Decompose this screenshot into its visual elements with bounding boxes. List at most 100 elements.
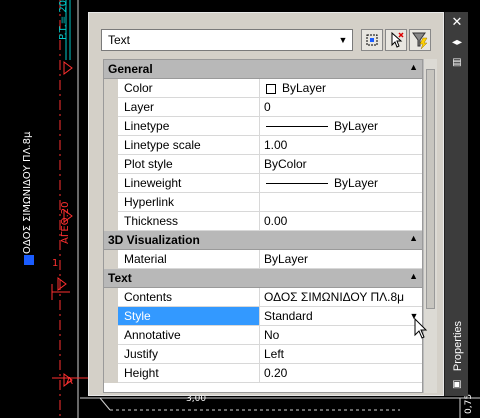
property-row[interactable]: Linetype ByLayer [104,117,422,136]
property-row[interactable]: Plot style ByColor [104,155,422,174]
chevron-down-icon[interactable]: ▼ [336,32,350,48]
property-name: Justify [118,345,260,364]
property-row[interactable]: Annotative No [104,326,422,345]
property-row[interactable]: Lineweight ByLayer [104,174,422,193]
collapse-icon[interactable]: ▲ [409,233,418,243]
property-value[interactable]: ByLayer [260,79,422,98]
property-value[interactable]: ByLayer [260,250,422,269]
property-value-text: ByLayer [334,176,379,190]
linetype-preview-icon [266,183,328,185]
property-value[interactable] [260,193,422,212]
property-value-text: Standard [264,309,313,323]
property-name: Lineweight [118,174,260,193]
object-type-dropdown[interactable]: Text ▼ [101,29,353,51]
property-value-text: ΟΔΟΣ ΣΙΜΩΝΙΔΟΥ ΠΛ.8μ [264,290,405,304]
palette-title: Properties [445,312,469,382]
row-gutter [104,364,118,383]
property-row[interactable]: Height 0.20 [104,364,422,383]
category-label: Text [108,271,132,285]
cad-text-street: ΟΔΟΣ ΣΙΜΩΝΙΔΟΥ ΠΛ.8μ [22,131,33,254]
property-name: Linetype scale [118,136,260,155]
row-gutter [104,307,118,326]
property-value-text: 0.00 [264,214,288,228]
property-name: Color [118,79,260,98]
collapse-icon[interactable]: ▲ [409,62,418,72]
properties-menu-icon[interactable]: ▤ [449,56,465,70]
row-gutter [104,212,118,231]
property-value-text: ByLayer [282,81,327,95]
palette-icon: ▣ [452,379,462,390]
category-label: General [108,62,153,76]
cad-marker-a: A [66,376,73,387]
row-gutter [104,136,118,155]
property-name: Height [118,364,260,383]
property-value[interactable]: Standard ▼ [260,307,422,326]
property-value[interactable]: ByLayer [260,174,422,193]
row-gutter [104,79,118,98]
cad-dimension-text-right: 0,75 [464,393,474,414]
collapse-icon[interactable]: ▲ [409,271,418,281]
property-name: Plot style [118,155,260,174]
property-name: Linetype [118,117,260,136]
property-value-text: No [264,328,280,342]
property-row[interactable]: Contents ΟΔΟΣ ΣΙΜΩΝΙΔΟΥ ΠΛ.8μ [104,288,422,307]
property-value[interactable]: Left [260,345,422,364]
select-objects-button[interactable] [361,29,383,51]
category-label: 3D Visualization [108,233,200,247]
properties-palette: Text ▼ General ▲ Color ByLayer Layer 0 Linetyp… [88,12,444,396]
row-gutter [104,345,118,364]
property-row[interactable]: Color ByLayer [104,79,422,98]
property-value[interactable]: ByLayer [260,117,422,136]
scrollbar-thumb[interactable] [426,69,435,309]
property-value-text: 1.00 [264,138,288,152]
property-value-text: ByLayer [334,119,379,133]
linetype-preview-icon [266,126,328,128]
property-row[interactable]: Linetype scale 1.00 [104,136,422,155]
row-gutter [104,155,118,174]
quick-select-icon [412,32,428,50]
category-header[interactable]: General ▲ [104,60,422,79]
cad-text-aget: ΑΓΕΘ.20 [60,201,71,244]
row-gutter [104,117,118,136]
property-value[interactable]: No [260,326,422,345]
row-gutter [104,174,118,193]
category-header[interactable]: 3D Visualization ▲ [104,231,422,250]
property-name: Contents [118,288,260,307]
property-value-text: Left [264,347,285,361]
row-gutter [104,250,118,269]
property-value[interactable]: 0.00 [260,212,422,231]
property-row[interactable]: Thickness 0.00 [104,212,422,231]
select-objects-icon [366,34,378,46]
row-gutter [104,193,118,212]
property-value-text: ByColor [264,157,307,171]
vertical-scrollbar[interactable] [423,59,437,393]
pickadd-toggle-button[interactable] [385,29,407,51]
close-icon[interactable]: ✕ [449,16,465,30]
property-grid: General ▲ Color ByLayer Layer 0 Linetype ByLaye… [103,59,423,393]
property-row[interactable]: Layer 0 [104,98,422,117]
property-value-text: ByLayer [264,252,309,266]
cad-grip [24,255,34,265]
row-gutter [104,326,118,345]
property-value[interactable]: 1.00 [260,136,422,155]
mouse-cursor-icon [414,318,428,339]
property-row[interactable]: Style Standard ▼ [104,307,422,326]
quick-select-button[interactable] [409,29,431,51]
property-value[interactable]: ByColor [260,155,422,174]
category-header[interactable]: Text ▲ [104,269,422,288]
property-value[interactable]: ΟΔΟΣ ΣΙΜΩΝΙΔΟΥ ΠΛ.8μ [260,288,422,307]
auto-hide-icon[interactable]: ◂▸ [449,36,465,50]
property-value[interactable]: 0.20 [260,364,422,383]
property-value-text: 0 [264,100,271,114]
palette-title-bar[interactable]: ✕ ◂▸ ▤ Properties ▣ [444,12,468,396]
property-value[interactable]: 0 [260,98,422,117]
property-row[interactable]: Justify Left [104,345,422,364]
row-gutter [104,98,118,117]
property-name: Layer [118,98,260,117]
property-row[interactable]: Material ByLayer [104,250,422,269]
cad-marker-1: 1 [52,258,59,269]
property-value-text: 0.20 [264,366,288,380]
cad-text-cyan: P.T.= 20 [58,0,69,40]
object-type-value: Text [108,33,131,47]
property-row[interactable]: Hyperlink [104,193,422,212]
